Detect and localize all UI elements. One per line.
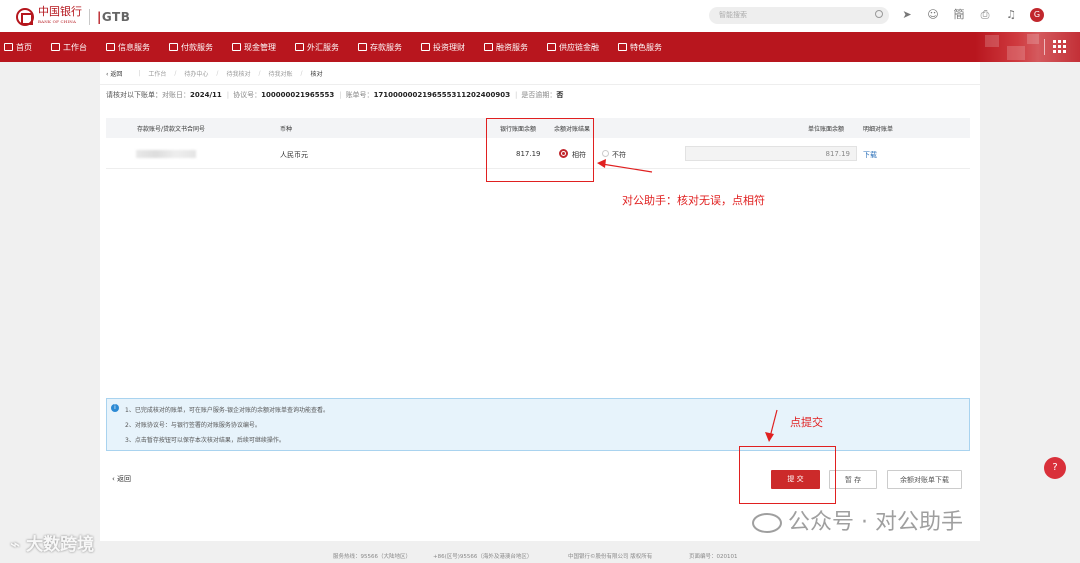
nav-cash-management[interactable]: 现金管理 (232, 42, 276, 53)
save-draft-button[interactable]: 暂 存 (829, 470, 877, 489)
notification-bell-icon[interactable]: ♫ (1004, 8, 1018, 22)
bill-number: 171000000219655531120240090З (373, 91, 511, 99)
nav-forex[interactable]: 外汇服务 (295, 42, 339, 53)
forex-icon (295, 43, 304, 51)
annotation-text-submit: 点提交 (790, 416, 823, 429)
supply-chain-icon (547, 43, 556, 51)
search-placeholder: 智能搜索 (719, 11, 747, 19)
breadcrumb-back[interactable]: ‹ 返回 (106, 69, 130, 78)
footer-hotline: 服务热线：95566（大陆地区） (333, 554, 411, 560)
info-prompt: 请核对以下账单： (106, 91, 162, 99)
info-icon: i (111, 404, 119, 412)
breadcrumb-current: 核对 (310, 71, 323, 78)
balance-statement-download-button[interactable]: 余额对账单下载 (887, 470, 962, 489)
print-icon[interactable]: ⎙ (978, 8, 992, 22)
nav-workbench[interactable]: 工作台 (51, 42, 87, 53)
watermark-left: ⌁ 大数跨境 (10, 535, 95, 555)
col-unit-balance: 单位账面余额 (808, 126, 845, 133)
payment-icon (169, 43, 178, 51)
notice-line: 2、对账协议号：与银行签署的对账服务协议编号。 (125, 422, 261, 429)
annotation-highlight-submit (739, 446, 836, 504)
nav-investment[interactable]: 投资理财 (421, 42, 465, 53)
search-input[interactable]: 智能搜索 (709, 7, 889, 24)
annotation-highlight-match (486, 118, 594, 182)
col-account: 存款账号/贷款文书合同号 (137, 126, 206, 133)
col-detail-statement: 明细对账单 (863, 126, 894, 133)
watermark-right: 公众号 · 对公助手 (752, 504, 963, 536)
nav-financing[interactable]: 融资服务 (484, 42, 528, 53)
nav-deposit[interactable]: 存款服务 (358, 42, 402, 53)
boc-logo-icon (16, 8, 34, 26)
overdue-status: 否 (556, 91, 564, 99)
breadcrumb-item[interactable]: 工作台 (148, 69, 166, 78)
breadcrumb-item[interactable]: 待我核对 (226, 69, 250, 78)
financing-icon (484, 43, 493, 51)
nav-supply-chain[interactable]: 供应链金融 (547, 42, 599, 53)
nav-info-service[interactable]: 信息服务 (106, 42, 150, 53)
annotation-text-match: 对公助手：核对无误，点相符 (622, 194, 765, 207)
download-link[interactable]: 下载 (863, 150, 877, 160)
help-icon[interactable]: ? (1044, 457, 1066, 479)
breadcrumb-item[interactable]: 待我对账 (269, 69, 293, 78)
gtb-logo: |GTB (97, 10, 131, 24)
breadcrumb: ‹ 返回 | 工作台 / 待办中心 / 待我核对 / 待我对账 / 核对 (106, 69, 323, 78)
logo-en-text: BANK OF CHINA (38, 19, 77, 24)
bill-period: 2024/11 (190, 91, 222, 99)
nomatch-radio[interactable] (602, 150, 609, 157)
cash-icon (232, 43, 241, 51)
notice-box: i 1、已完成核对的账单，可在账户服务-银企对账的余额对账单查询功能查看。 2、… (106, 398, 970, 451)
row-currency: 人民币元 (280, 151, 308, 159)
customer-service-icon[interactable]: ☺ (926, 8, 940, 22)
footer-page-number: 页面编号：020101 (689, 554, 738, 560)
apps-grid-icon[interactable] (1053, 40, 1066, 53)
info-icon (106, 43, 115, 51)
search-icon[interactable] (875, 10, 883, 18)
bank-logo[interactable]: 中国银行 BANK OF CHINA |GTB (16, 6, 131, 27)
masked-account-number (136, 150, 196, 158)
footer-overseas: +86(区号)95566（海外及港澳台地区） (433, 554, 533, 560)
bill-info: 请核对以下账单： 对账日： 2024/11 | 协议号： 10000002196555… (106, 91, 564, 99)
nomatch-label[interactable]: 不符 (612, 150, 626, 160)
unit-balance-field[interactable]: 817.19 (685, 146, 857, 161)
notice-line: 1、已完成核对的账单，可在账户服务-银企对账的余额对账单查询功能查看。 (125, 407, 329, 414)
back-button[interactable]: ‹ 返回 (112, 474, 131, 484)
breadcrumb-item[interactable]: 待办中心 (184, 69, 208, 78)
logo-divider (89, 9, 90, 25)
main-navbar: 首页 工作台 信息服务 付款服务 现金管理 外汇服务 存款服务 投资理财 融资服… (0, 32, 1080, 62)
language-switch-icon[interactable]: 簡 (952, 8, 966, 22)
nav-payment[interactable]: 付款服务 (169, 42, 213, 53)
notice-line: 3、点击暂存按钮可以保存本次核对结果，后续可继续操作。 (125, 437, 285, 444)
investment-icon (421, 43, 430, 51)
col-currency: 币种 (280, 126, 293, 133)
special-icon (618, 43, 627, 51)
workbench-icon (51, 43, 60, 51)
nav-home[interactable]: 首页 (4, 42, 32, 53)
send-icon[interactable]: ➤ (900, 8, 914, 22)
footer-copyright: 中国银行©股份有限公司 版权所有 (568, 554, 653, 560)
agreement-number: 100000021965553 (261, 91, 335, 99)
deposit-icon (358, 43, 367, 51)
top-bar: 中国银行 BANK OF CHINA |GTB 智能搜索 ➤ ☺ 簡 ⎙ ♫ G (0, 0, 1080, 32)
user-avatar-icon[interactable]: G (1030, 8, 1044, 22)
nav-special[interactable]: 特色服务 (618, 42, 662, 53)
wechat-icon (752, 513, 782, 533)
home-icon (4, 43, 13, 51)
